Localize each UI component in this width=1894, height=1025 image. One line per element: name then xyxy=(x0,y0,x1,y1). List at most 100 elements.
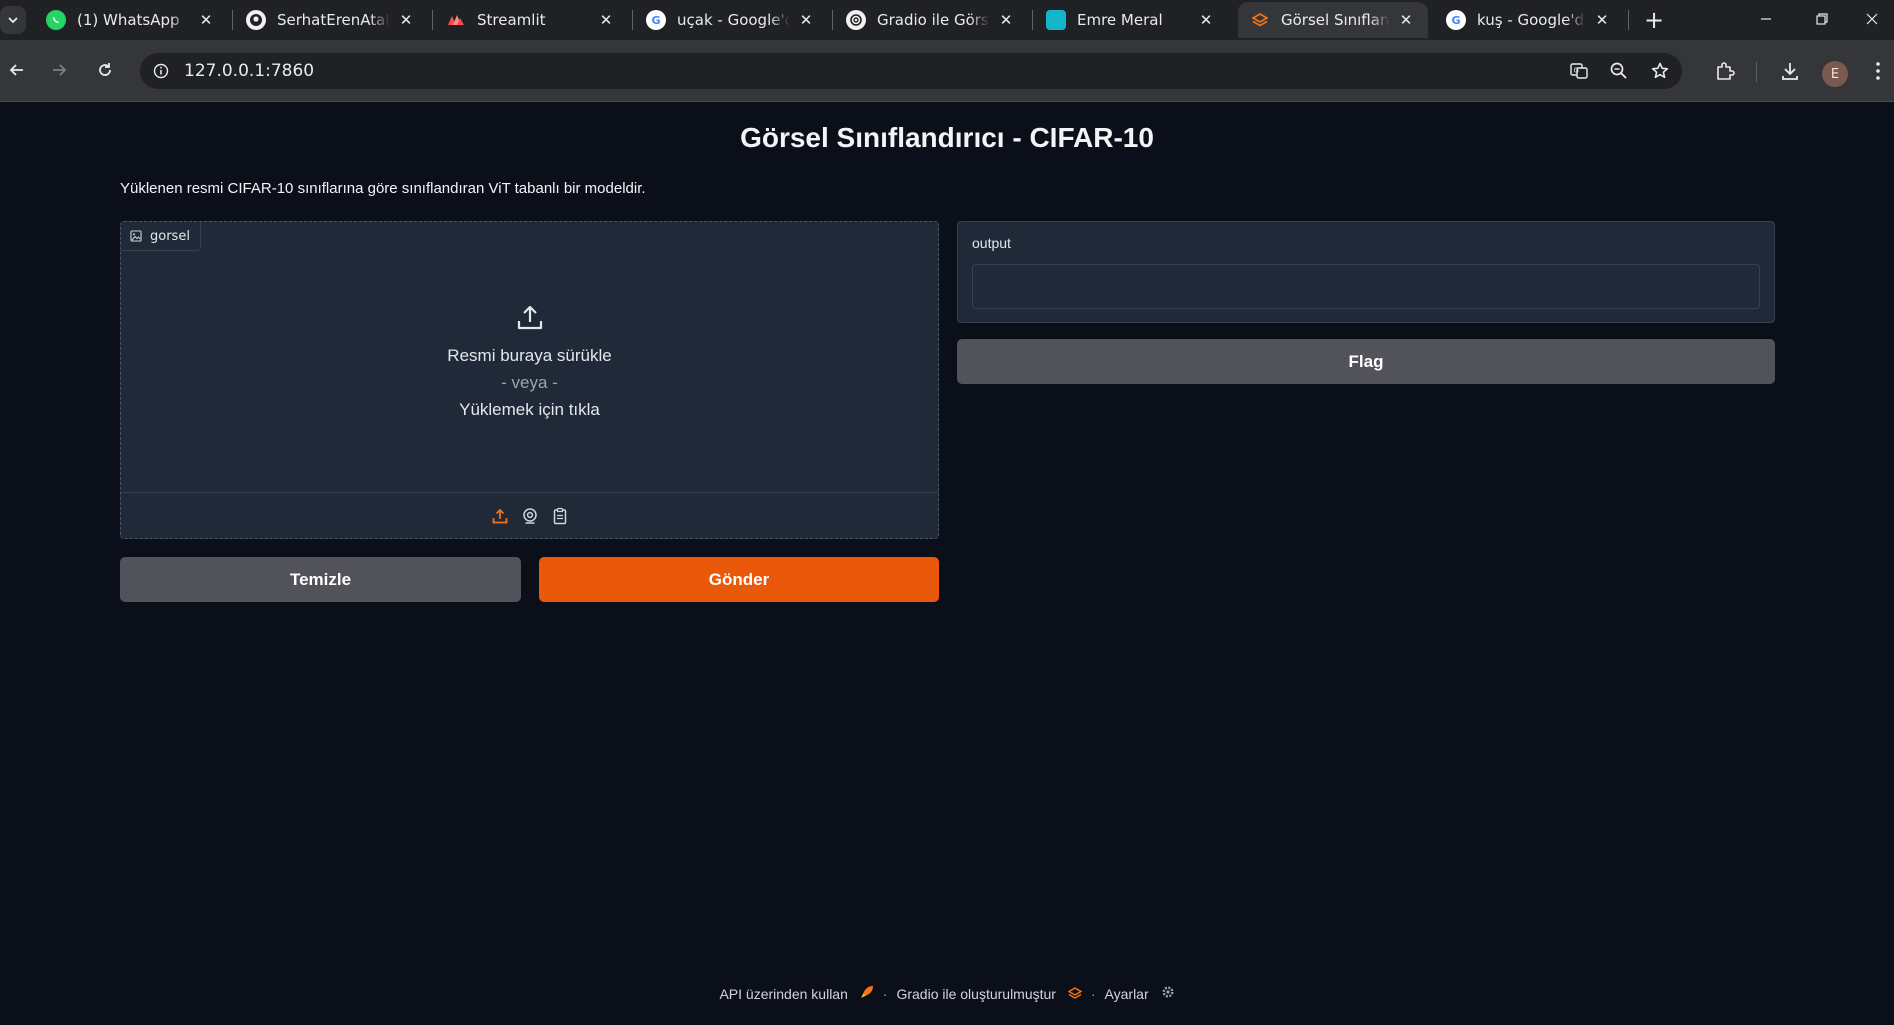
tab-title: Görsel Sınıflandırıcı - CIFAR-10 xyxy=(1281,11,1390,29)
tab-title: SerhatErenAtalay xyxy=(277,11,390,29)
browser-tab-emre-meral[interactable]: Emre Meral ✕ xyxy=(1034,2,1228,38)
reload-icon xyxy=(99,63,111,76)
forward-button[interactable] xyxy=(42,53,76,87)
image-label-text: gorsel xyxy=(150,228,190,244)
page-title: Görsel Sınıflandırıcı - CIFAR-10 xyxy=(740,122,1154,153)
chevron-down-icon xyxy=(8,17,18,24)
app-page: Görsel Sınıflandırıcı - CIFAR-10 Yüklene… xyxy=(0,102,1894,1025)
close-icon xyxy=(1866,13,1878,25)
image-icon xyxy=(130,230,142,242)
settings-text: Ayarlar xyxy=(1104,986,1149,1002)
or-text: - veya - xyxy=(501,373,558,392)
close-window-button[interactable] xyxy=(1852,4,1892,34)
upload-source-button[interactable] xyxy=(490,506,510,526)
url-text: 127.0.0.1:7860 xyxy=(184,61,315,81)
image-input-label: gorsel xyxy=(121,222,201,251)
submit-button[interactable]: Gönder xyxy=(539,557,939,602)
toolbar-divider xyxy=(1756,62,1757,82)
settings-link[interactable]: Ayarlar xyxy=(1105,985,1175,1002)
browser-tab-strip: (1) WhatsApp ✕ SerhatErenAtalay ✕ Stream… xyxy=(0,0,1894,40)
zoom-icon[interactable] xyxy=(1607,59,1631,83)
flag-button[interactable]: Flag xyxy=(957,339,1775,384)
streamlit-icon xyxy=(446,10,466,30)
browser-tab-kus-search[interactable]: G kuş - Google'da Ara ✕ xyxy=(1434,2,1624,38)
gradio-icon xyxy=(1250,10,1270,30)
close-tab-icon[interactable]: ✕ xyxy=(196,11,216,29)
tab-title: Gradio ile Görsel Sınıflandırma xyxy=(877,11,990,29)
close-tab-icon[interactable]: ✕ xyxy=(596,11,616,29)
tab-title: uçak - Google'da Ara xyxy=(677,11,790,29)
whatsapp-icon xyxy=(46,10,66,30)
upload-icon xyxy=(492,508,507,523)
image-source-bar xyxy=(121,492,938,538)
footer: API üzerinden kullan · Gradio ile oluştu… xyxy=(0,985,1894,1002)
gear-icon xyxy=(1161,985,1175,999)
output-textbox[interactable] xyxy=(972,264,1760,309)
use-via-api-text: API üzerinden kullan xyxy=(719,986,848,1002)
browser-tab-whatsapp[interactable]: (1) WhatsApp ✕ xyxy=(34,2,228,38)
tab-separator xyxy=(632,10,633,30)
footer-separator: · xyxy=(1090,985,1096,1002)
site-icon xyxy=(1046,10,1066,30)
tab-separator xyxy=(1032,10,1033,30)
close-tab-icon[interactable]: ✕ xyxy=(1396,11,1416,29)
output-block: output xyxy=(957,221,1775,323)
output-label: output xyxy=(972,235,1011,251)
use-via-api-link[interactable]: API üzerinden kullan xyxy=(719,985,873,1002)
browser-tab-github[interactable]: SerhatErenAtalay ✕ xyxy=(234,2,428,38)
image-drop-zone[interactable]: Resmi buraya sürükle - veya - Yüklemek i… xyxy=(121,222,938,492)
arrow-right-icon xyxy=(53,64,67,76)
close-tab-icon[interactable]: ✕ xyxy=(996,11,1016,29)
built-with-gradio-link[interactable]: Gradio ile oluşturulmuştur xyxy=(896,985,1082,1002)
chatgpt-icon xyxy=(846,10,866,30)
click-to-upload-text: Yüklemek için tıkla xyxy=(459,400,600,419)
reload-button[interactable] xyxy=(88,53,122,87)
close-tab-icon[interactable]: ✕ xyxy=(396,11,416,29)
close-tab-icon[interactable]: ✕ xyxy=(1592,11,1612,29)
browser-tab-ucak-search[interactable]: G uçak - Google'da Ara ✕ xyxy=(634,2,828,38)
tab-title: (1) WhatsApp xyxy=(77,11,180,29)
svg-text:G: G xyxy=(1574,67,1579,75)
webcam-source-button[interactable] xyxy=(520,506,540,526)
downloads-icon[interactable] xyxy=(1773,54,1807,88)
back-button[interactable] xyxy=(0,53,34,87)
browser-tab-gradio-chat[interactable]: Gradio ile Görsel Sınıflandırma ✕ xyxy=(834,2,1028,38)
restore-button[interactable] xyxy=(1802,4,1842,34)
tab-separator xyxy=(832,10,833,30)
extensions-icon[interactable] xyxy=(1708,54,1742,88)
tab-separator xyxy=(232,10,233,30)
rocket-icon xyxy=(860,985,874,999)
webcam-icon xyxy=(522,507,537,524)
profile-avatar[interactable]: E xyxy=(1822,61,1848,87)
new-tab-button[interactable]: + xyxy=(1640,6,1668,34)
browser-tab-streamlit[interactable]: Streamlit ✕ xyxy=(434,2,628,38)
upload-icon xyxy=(517,305,542,330)
tab-separator xyxy=(432,10,433,30)
restore-icon xyxy=(1816,13,1828,25)
tab-search-button[interactable] xyxy=(0,6,26,34)
close-tab-icon[interactable]: ✕ xyxy=(796,11,816,29)
drop-text: Resmi buraya sürükle xyxy=(447,346,612,365)
browser-tab-active[interactable]: Görsel Sınıflandırıcı - CIFAR-10 ✕ xyxy=(1238,2,1428,38)
address-bar[interactable]: 127.0.0.1:7860 G xyxy=(140,53,1682,89)
built-with-text: Gradio ile oluşturulmuştur xyxy=(896,985,1056,1002)
page-description: Yüklenen resmi CIFAR-10 sınıflarına göre… xyxy=(120,180,646,197)
google-icon: G xyxy=(1446,10,1466,30)
minimize-button[interactable] xyxy=(1746,4,1786,34)
github-icon xyxy=(246,10,266,30)
close-tab-icon[interactable]: ✕ xyxy=(1196,11,1216,29)
minimize-icon xyxy=(1761,18,1771,20)
google-icon: G xyxy=(646,10,666,30)
clipboard-icon xyxy=(553,507,566,524)
clipboard-source-button[interactable] xyxy=(550,506,570,526)
footer-separator: · xyxy=(882,985,888,1002)
tab-separator xyxy=(1628,10,1629,30)
site-info-icon[interactable] xyxy=(149,59,173,83)
clear-button[interactable]: Temizle xyxy=(120,557,521,602)
gradio-logo-icon xyxy=(1067,986,1082,1000)
tab-title: kuş - Google'da Ara xyxy=(1477,11,1586,29)
arrow-left-icon xyxy=(9,64,23,76)
translate-icon[interactable]: G xyxy=(1567,59,1591,83)
more-menu-icon[interactable] xyxy=(1866,54,1890,88)
bookmark-star-icon[interactable] xyxy=(1648,59,1672,83)
